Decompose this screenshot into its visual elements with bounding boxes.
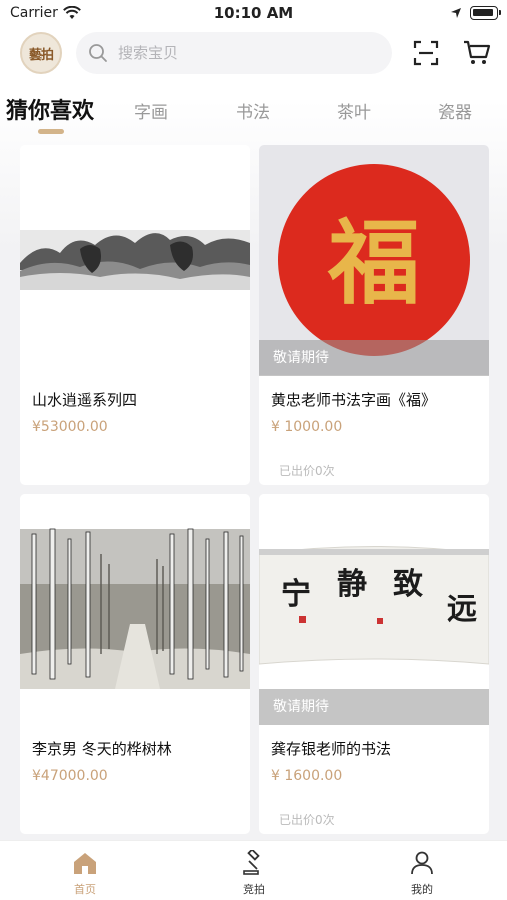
app-logo[interactable]: 藝拍: [20, 32, 62, 74]
product-card[interactable]: 山水逍遥系列四 ¥53000.00: [20, 145, 250, 485]
battery-icon: [470, 6, 501, 20]
bid-count: 已出价0次: [279, 813, 335, 827]
logo-text: 藝拍: [28, 47, 54, 63]
tab-painting[interactable]: 字画: [134, 98, 168, 123]
bid-count: 已出价0次: [279, 464, 335, 478]
product-price: ¥53000.00: [32, 419, 108, 435]
svg-text:致: 致: [393, 567, 423, 602]
search-input[interactable]: [118, 44, 368, 62]
product-price: ¥ 1000.00: [271, 419, 343, 435]
product-image: [20, 494, 250, 724]
nav-mine[interactable]: 我的: [372, 841, 472, 900]
product-title: 李京男 冬天的桦树林: [32, 740, 172, 758]
product-title: 龚存银老师的书法: [271, 740, 392, 758]
product-title: 山水逍遥系列四: [32, 391, 138, 409]
svg-text:远: 远: [447, 592, 477, 627]
location-arrow-icon: [451, 8, 461, 18]
product-card[interactable]: 福 敬请期待 黄忠老师书法字画《福》 ¥ 1000.00 已出价0次: [259, 145, 489, 485]
clock: 10:10 AM: [213, 4, 294, 22]
tab-tea[interactable]: 茶叶: [337, 98, 371, 123]
tab-porcelain[interactable]: 瓷器: [438, 98, 472, 123]
coming-soon-badge: 敬请期待: [259, 689, 489, 725]
user-icon: [411, 851, 433, 875]
category-tabs: 猜你喜欢 字画 书法 茶叶 瓷器: [0, 88, 507, 136]
tab-calligraphy[interactable]: 书法: [236, 98, 270, 123]
bottom-tab-bar: 首页 竞拍 我的: [0, 840, 507, 900]
product-title: 黄忠老师书法字画《福》: [271, 391, 437, 409]
nav-auction-label: 竞拍: [243, 883, 265, 896]
auction-hammer-icon: [243, 850, 260, 875]
tab-guess-you-like[interactable]: 猜你喜欢: [6, 93, 94, 125]
nav-home-label: 首页: [74, 883, 96, 896]
svg-text:静: 静: [337, 567, 367, 602]
status-bar: Carrier 10:10 AM: [0, 0, 507, 28]
coming-soon-badge: 敬请期待: [259, 340, 489, 376]
search-icon: [89, 44, 107, 62]
product-price: ¥47000.00: [32, 768, 108, 784]
nav-auction[interactable]: 竞拍: [204, 841, 304, 900]
home-icon: [74, 853, 96, 874]
nav-home[interactable]: 首页: [35, 841, 135, 900]
active-tab-indicator: [38, 129, 64, 134]
product-grid: 山水逍遥系列四 ¥53000.00 福 敬请期待 黄忠老师书法字画《福》 ¥ 1…: [0, 143, 507, 839]
artwork-character: 福: [327, 209, 420, 317]
cart-icon[interactable]: [463, 39, 491, 67]
svg-text:宁: 宁: [281, 577, 311, 612]
search-bar[interactable]: [76, 32, 392, 74]
nav-mine-label: 我的: [411, 883, 433, 896]
product-image: [20, 145, 250, 375]
scan-icon[interactable]: [413, 40, 439, 66]
product-card[interactable]: 宁 静 致 远 敬请期待 龚存银老师的书法 ¥ 1600.00 已出价0次: [259, 494, 489, 834]
product-card[interactable]: 李京男 冬天的桦树林 ¥47000.00: [20, 494, 250, 834]
product-price: ¥ 1600.00: [271, 768, 343, 784]
